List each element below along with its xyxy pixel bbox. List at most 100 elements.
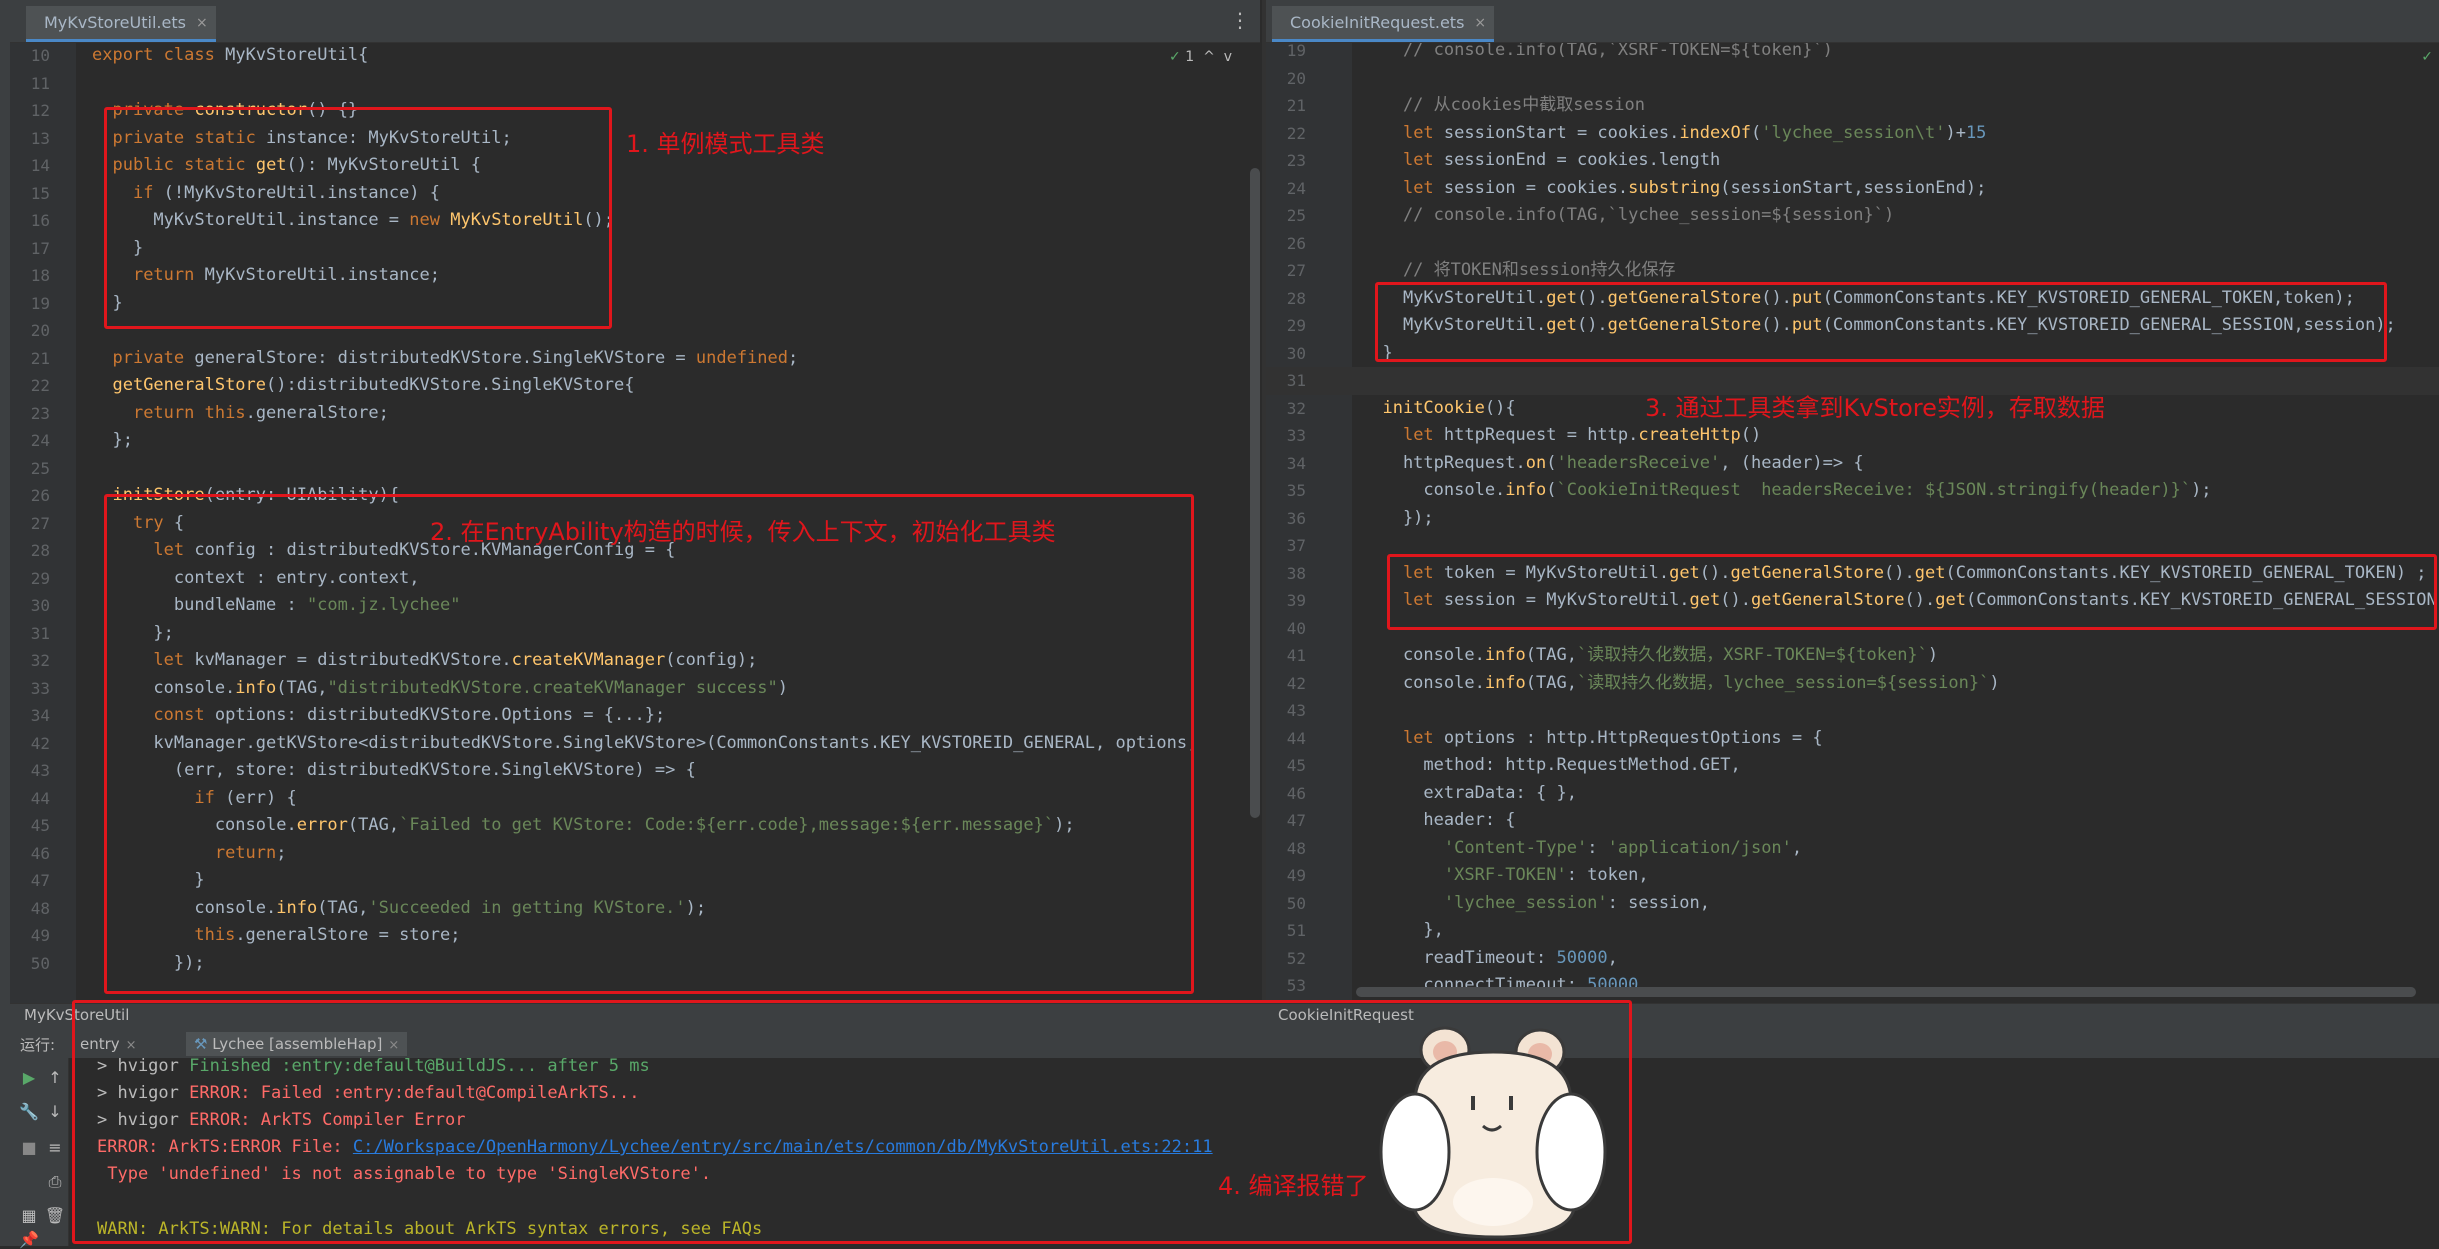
tab-label: CookieInitRequest.ets	[1290, 13, 1465, 32]
code-text: console.info(TAG,`读取持久化数据，XSRF-TOKEN=${t…	[1362, 645, 1939, 665]
line-number: 22	[30, 376, 50, 395]
line-number: 40	[1286, 618, 1306, 638]
code-line[interactable]: 24 };	[10, 427, 1262, 455]
code-line[interactable]: 21 private generalStore: distributedKVSt…	[10, 345, 1262, 373]
scroll-down-icon[interactable]: ↓	[44, 1102, 66, 1121]
code-text: export class MyKvStoreUtil{	[92, 45, 369, 65]
wrench-icon[interactable]: 🔧	[18, 1102, 40, 1121]
line-number: 34	[1286, 453, 1306, 473]
line-number: 43	[1286, 701, 1306, 720]
code-line[interactable]: 52 readTimeout: 50000,	[1266, 945, 2439, 973]
line-number: 47	[1286, 811, 1306, 830]
line-number: 21	[30, 348, 50, 368]
line-number: 12	[30, 101, 50, 120]
code-line[interactable]: 42 console.info(TAG,`读取持久化数据，lychee_sess…	[1266, 670, 2439, 698]
code-line[interactable]: 36 });	[1266, 505, 2439, 533]
code-line[interactable]: 33 let httpRequest = http.createHttp()	[1266, 422, 2439, 450]
code-line[interactable]: 22 getGeneralStore():distributedKVStore.…	[10, 372, 1262, 400]
code-text: 'lychee_session': session,	[1443, 892, 1711, 913]
code-text: return this.generalStore;	[132, 402, 389, 423]
line-number: 19	[30, 293, 50, 313]
line-number: 26	[1286, 233, 1306, 253]
run-label: 运行:	[20, 1036, 56, 1054]
code-line[interactable]: 48 'Content-Type': 'application/json',	[1266, 835, 2439, 863]
line-number: 30	[30, 596, 50, 615]
line-number: 26	[30, 486, 50, 505]
line-number: 19	[1286, 43, 1306, 60]
layout-icon[interactable]: ▦	[18, 1206, 40, 1225]
code-line[interactable]: 49 'XSRF-TOKEN': token,	[1266, 862, 2439, 890]
code-text: httpRequest.on('headersReceive', (header…	[1362, 452, 1864, 473]
line-number: 27	[1286, 261, 1306, 280]
line-number: 46	[1286, 783, 1306, 803]
code-line[interactable]: 20	[1266, 65, 2439, 93]
code-text: let session = cookies.substring(sessionS…	[1402, 177, 1987, 198]
vertical-scrollbar[interactable]	[1250, 168, 1260, 818]
code-text: method: http.RequestMethod.GET,	[1362, 755, 1741, 775]
print-icon[interactable]: ⎙	[44, 1172, 66, 1192]
annotation-2: 2. 在EntryAbility构造的时候，传入上下文，初始化工具类	[430, 518, 1056, 546]
run-icon[interactable]: ▶	[18, 1068, 40, 1087]
code-text: 'XSRF-TOKEN': token,	[1443, 865, 1649, 885]
line-number: 49	[1286, 866, 1306, 885]
editor-pane-right[interactable]: ✓ 19 // console.info(TAG,`XSRF-TOKEN=${t…	[1266, 43, 2439, 1003]
code-line[interactable]: 19 // console.info(TAG,`XSRF-TOKEN=${tok…	[1266, 43, 2439, 65]
delete-icon[interactable]: 🗑	[44, 1206, 66, 1225]
line-number: 43	[30, 761, 50, 780]
code-line[interactable]: 51 },	[1266, 917, 2439, 945]
line-number: 53	[1286, 976, 1306, 995]
code-line[interactable]: 43	[1266, 697, 2439, 725]
code-text: // console.info(TAG,`XSRF-TOKEN=${token}…	[1362, 43, 1833, 60]
code-line[interactable]: 24 let session = cookies.substring(sessi…	[1266, 175, 2439, 203]
line-number: 31	[30, 623, 50, 643]
code-text: };	[92, 430, 133, 450]
line-number: 50	[1286, 893, 1306, 913]
code-line[interactable]: 47 header: {	[1266, 807, 2439, 835]
code-line[interactable]: 25	[10, 455, 1262, 483]
code-line[interactable]: 22 let sessionStart = cookies.indexOf('l…	[1266, 120, 2439, 148]
code-line[interactable]: 44 let options : http.HttpRequestOptions…	[1266, 725, 2439, 753]
line-number: 38	[1286, 563, 1306, 583]
code-line[interactable]: 41 console.info(TAG,`读取持久化数据，XSRF-TOKEN=…	[1266, 642, 2439, 670]
annotation-1: 1. 单例模式工具类	[626, 130, 825, 158]
code-line[interactable]: 11	[10, 70, 1262, 98]
line-number: 24	[30, 431, 50, 450]
more-options-icon[interactable]: ⋮	[1230, 8, 1250, 32]
line-number: 45	[1286, 756, 1306, 775]
code-line[interactable]: 26	[1266, 230, 2439, 258]
line-number: 42	[1286, 673, 1306, 693]
close-tab-icon[interactable]: ×	[1474, 15, 1486, 31]
code-line[interactable]: 25 // console.info(TAG,`lychee_session=$…	[1266, 202, 2439, 230]
code-line[interactable]: 34 httpRequest.on('headersReceive', (hea…	[1266, 450, 2439, 478]
code-line[interactable]: 46 extraData: { },	[1266, 780, 2439, 808]
scroll-up-icon[interactable]: ↑	[44, 1068, 66, 1087]
code-line[interactable]: 10 export class MyKvStoreUtil{	[10, 43, 1262, 70]
stop-icon[interactable]: ■	[18, 1138, 40, 1157]
run-toolbar: ▶ ↑ 🔧 ↓ ■ ≡ ⎙ ▦ 🗑 📌	[10, 1058, 69, 1249]
tab-cookieinitrequest[interactable]: CookieInitRequest.ets ×	[1272, 6, 1494, 42]
code-text: extraData: { },	[1362, 782, 1577, 803]
line-number: 16	[30, 211, 50, 230]
hamster-sticker	[1379, 1026, 1607, 1239]
line-number: 23	[1286, 151, 1306, 170]
code-line[interactable]: 21 // 从cookies中截取session	[1266, 92, 2439, 120]
line-number: 23	[30, 403, 50, 423]
line-number: 37	[1286, 536, 1306, 555]
line-number: 34	[30, 706, 50, 725]
line-number: 49	[30, 926, 50, 945]
soft-wrap-icon[interactable]: ≡	[44, 1138, 66, 1157]
close-tab-icon[interactable]: ×	[196, 15, 208, 31]
code-text: let sessionEnd = cookies.length	[1402, 150, 1721, 170]
line-number: 48	[1286, 838, 1306, 858]
horizontal-scrollbar[interactable]	[1356, 987, 2416, 997]
pin-icon[interactable]: 📌	[18, 1230, 40, 1249]
code-text: // console.info(TAG,`lychee_session=${se…	[1362, 205, 1895, 225]
code-text: let options : http.HttpRequestOptions = …	[1402, 727, 1823, 748]
code-line[interactable]: 45 method: http.RequestMethod.GET,	[1266, 752, 2439, 780]
code-line[interactable]: 23 return this.generalStore;	[10, 400, 1262, 428]
code-line[interactable]: 27 // 将TOKEN和session持久化保存	[1266, 257, 2439, 285]
code-line[interactable]: 35 console.info(`CookieInitRequest heade…	[1266, 477, 2439, 505]
tab-mykvstoreutil[interactable]: MyKvStoreUtil.ets ×	[26, 6, 216, 42]
code-line[interactable]: 50 'lychee_session': session,	[1266, 890, 2439, 918]
code-line[interactable]: 23 let sessionEnd = cookies.length	[1266, 147, 2439, 175]
